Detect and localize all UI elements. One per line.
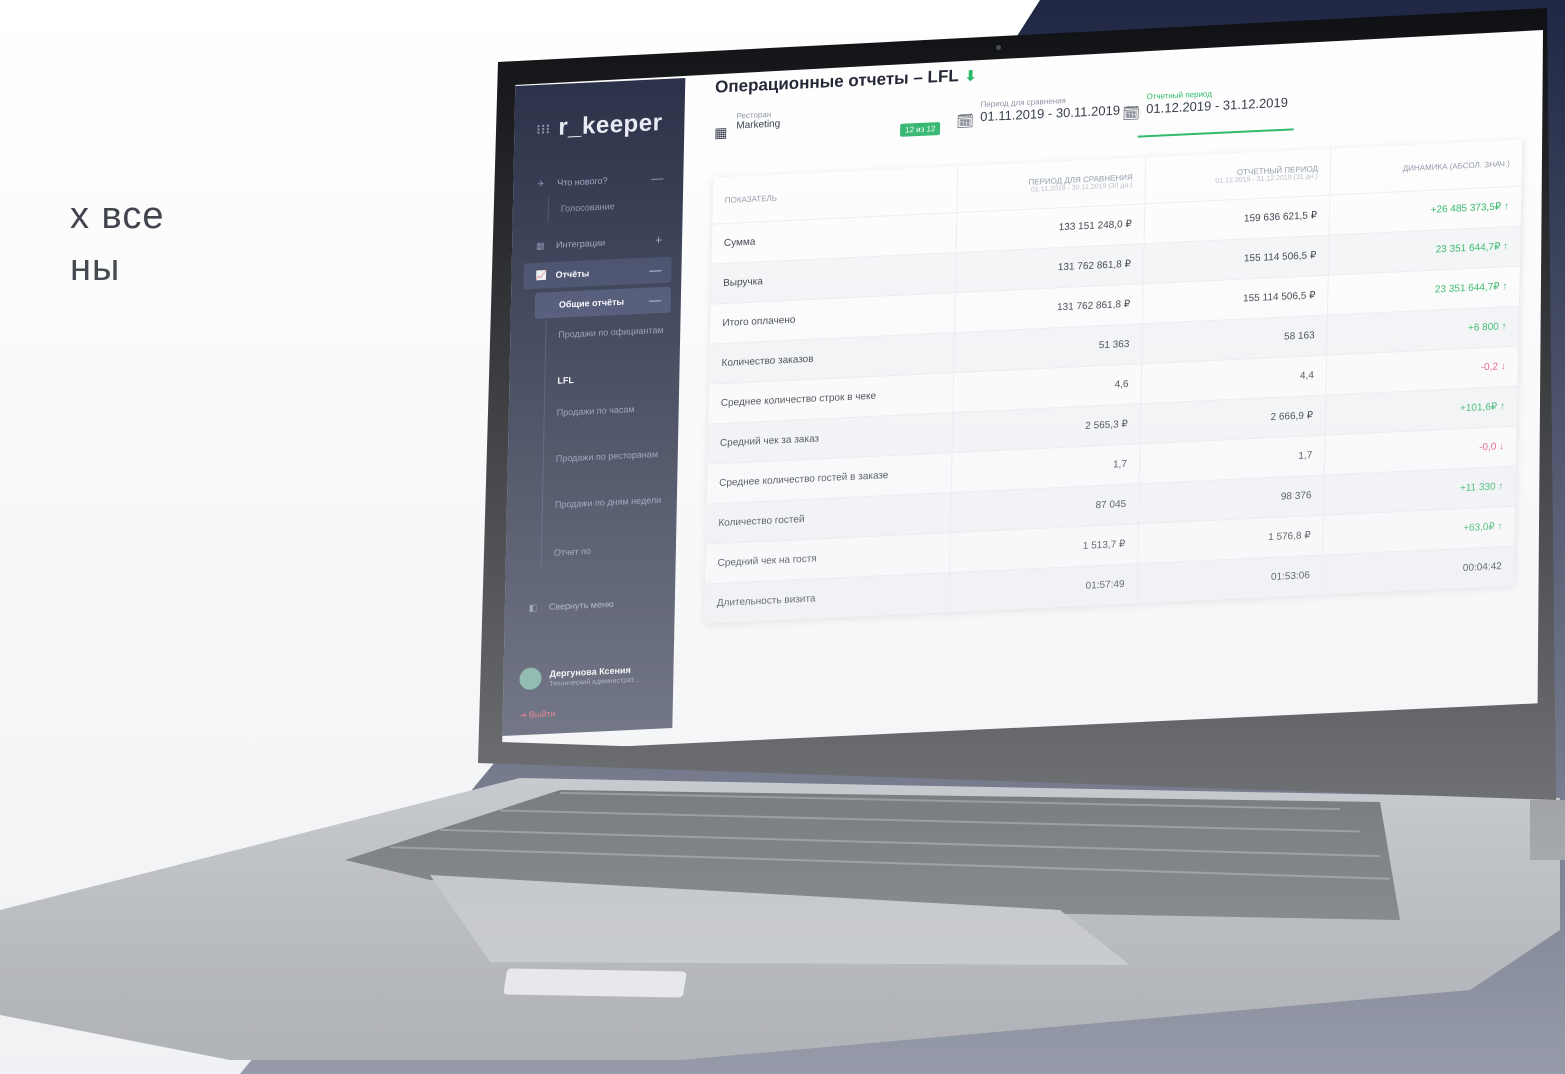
sidebar-item-whats-new[interactable]: ✈ Что нового? — <box>525 164 674 197</box>
sidebar-subitem-hours[interactable]: Продажи по часам <box>557 401 667 421</box>
logout-icon: ⇥ <box>518 709 527 721</box>
sidebar-item-general-reports[interactable]: Общие отчёты — <box>534 286 672 319</box>
tree-line <box>547 196 550 223</box>
marketing-text-line-2: ны <box>70 247 121 289</box>
collapse-menu-button[interactable]: ◧ Свернуть меню <box>517 588 666 621</box>
sidebar-item-label: Общие отчёты <box>558 296 625 310</box>
user-role: Технический администрат... <box>549 676 640 688</box>
collapse-menu-label: Свернуть меню <box>548 598 614 612</box>
table-icon: ▦ <box>714 123 728 141</box>
restaurant-filter[interactable]: Ресторан Marketing <box>736 110 780 132</box>
row-report-value: 01:53:06 <box>1136 555 1323 604</box>
sidebar-collapse-icon: ◧ <box>528 602 538 613</box>
expand-icon[interactable]: + <box>655 227 663 253</box>
rocket-icon: ✈ <box>537 178 545 189</box>
sidebar-subitem-restaurants[interactable]: Продажи по ресторанам <box>556 447 666 467</box>
main-content: Операционные отчеты – LFL ⬇ ▦ Ресторан Ma… <box>692 30 1543 743</box>
row-dynamics-value: 00:04:42 <box>1321 546 1515 595</box>
laptop-side-ports <box>1530 800 1565 860</box>
table-body: Сумма 133 151 248,0 ₽159 636 621,5 ₽ +26 4… <box>704 186 1522 624</box>
download-icon[interactable]: ⬇ <box>965 67 977 84</box>
avatar <box>519 667 542 691</box>
calendar-icon[interactable]: 🗓 <box>1122 105 1140 123</box>
sidebar-item-label: Отчёты <box>555 268 590 280</box>
camera-icon <box>996 45 1001 50</box>
sidebar-subitem-lfl[interactable]: LFL <box>557 369 667 389</box>
restaurant-filter-value: Marketing <box>736 118 781 132</box>
sidebar-item-integrations[interactable]: ▦ Интеграции + <box>524 226 673 259</box>
restaurant-count-badge: 12 из 12 <box>899 121 941 137</box>
marketing-text-line-1: х все <box>70 195 165 237</box>
logo: ⁝⁝⁝ r_keeper <box>536 109 663 143</box>
row-compare-value: 01:57:49 <box>948 563 1138 613</box>
lfl-report-table: Показатель Период для сравнения 01.11.20… <box>704 139 1524 624</box>
sidebar-subitem-waiters[interactable]: Продажи по официантам <box>558 323 668 343</box>
logout-label: Выйти <box>528 708 556 720</box>
sidebar-item-reports[interactable]: 📈 Отчёты — <box>523 256 672 290</box>
sidebar-item-label: Интеграции <box>556 237 606 250</box>
compare-period-filter[interactable]: Период для сравнения 01.11.2019 - 30.11.… <box>980 94 1120 124</box>
logo-text: r_keeper <box>558 109 663 141</box>
apps-grid-icon[interactable]: ⁝⁝⁝ <box>536 121 550 137</box>
sidebar-subitem-report-by[interactable]: Отчет по <box>554 541 664 561</box>
sidebar: ⁝⁝⁝ r_keeper ✈ Что нового? — Голосование ▦… <box>502 78 686 736</box>
sidebar-subitem-voting[interactable]: Голосование <box>561 197 671 217</box>
integrations-icon: ▦ <box>536 240 545 251</box>
tree-line <box>540 320 547 571</box>
logout-button[interactable]: ⇥ Выйти <box>519 709 556 722</box>
chart-icon: 📈 <box>535 270 547 281</box>
sidebar-subitem-weekdays[interactable]: Продажи по дням недели <box>555 493 665 513</box>
active-period-underline <box>1137 128 1294 138</box>
marketing-text: х все ны <box>70 190 164 294</box>
collapse-icon[interactable]: — <box>649 257 662 284</box>
collapse-icon[interactable]: — <box>649 287 662 314</box>
calendar-icon[interactable]: 🗓 <box>956 112 974 130</box>
collapse-icon[interactable]: — <box>651 165 664 192</box>
app-window: ⁝⁝⁝ r_keeper ✈ Что нового? — Голосование ▦… <box>502 30 1543 753</box>
report-period-filter[interactable]: Отчетный период 01.12.2019 - 31.12.2019 <box>1146 86 1288 116</box>
user-profile[interactable]: Дергунова Ксения Технический администрат… <box>519 661 670 691</box>
sidebar-item-label: Что нового? <box>557 175 608 188</box>
laptop-notch <box>503 968 687 998</box>
